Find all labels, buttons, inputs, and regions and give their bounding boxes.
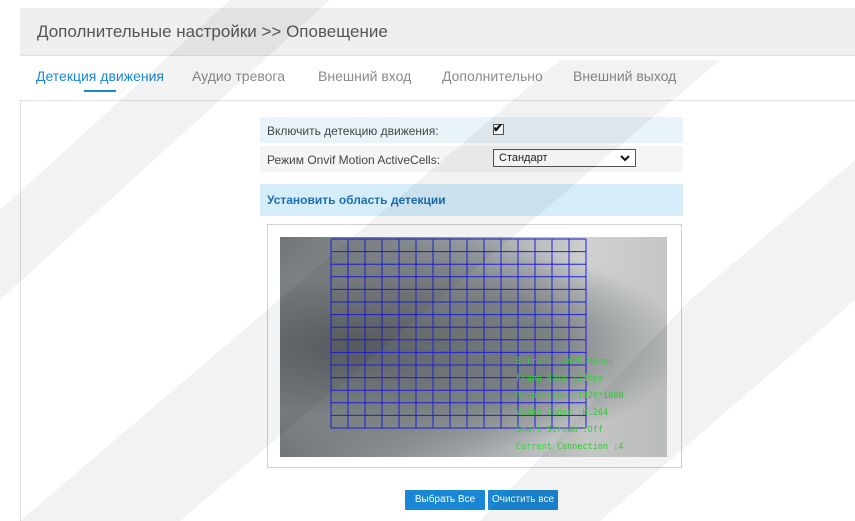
osd-current-connection: Current Connection :4: [516, 442, 624, 452]
chevron-down-icon: [620, 155, 630, 162]
osd-bitrate: Bitrate :4429.9kbps: [516, 357, 614, 367]
onvif-mode-row: Режим Onvif Motion ActiveCells: Стандарт: [260, 146, 683, 172]
video-preview[interactable]: Bitrate :4429.9kbps Frame Rate :24fps Re…: [280, 237, 667, 457]
osd-resolution: Resolution :1920*1080: [516, 391, 624, 401]
osd-smart-stream: Smart Stream :Off: [516, 425, 603, 435]
tab-motion-detection[interactable]: Детекция движения: [36, 68, 164, 84]
page-title: Дополнительные настройки >> Оповещение: [37, 22, 388, 41]
select-all-button[interactable]: Выбрать Все: [405, 490, 485, 510]
tab-external-input[interactable]: Внешний вход: [318, 68, 411, 84]
clear-all-button[interactable]: Очистить все: [488, 490, 558, 510]
enable-detection-label: Включить детекцию движения:: [267, 124, 439, 138]
detection-grid[interactable]: [280, 237, 667, 457]
active-tab-indicator: [84, 90, 116, 92]
enable-detection-checkbox[interactable]: ✔: [493, 121, 504, 135]
osd-frame-rate: Frame Rate :24fps: [516, 374, 603, 384]
tab-external-output[interactable]: Внешний выход: [573, 68, 676, 84]
onvif-mode-value: Стандарт: [499, 152, 548, 164]
detection-area-title: Установить область детекции: [267, 193, 446, 207]
osd-video-codec: Video Codec :H.264: [516, 408, 609, 418]
tab-audio-alarm[interactable]: Аудио тревога: [192, 68, 285, 84]
checkmark-icon: ✔: [493, 121, 504, 135]
detection-area-header: Установить область детекции: [260, 184, 683, 216]
page-header: Дополнительные настройки >> Оповещение: [20, 8, 855, 56]
onvif-mode-label: Режим Onvif Motion ActiveCells:: [267, 153, 441, 167]
tab-advanced[interactable]: Дополнительно: [442, 68, 543, 84]
enable-detection-row: Включить детекцию движения: ✔: [260, 117, 683, 143]
onvif-mode-select[interactable]: Стандарт: [493, 149, 636, 167]
